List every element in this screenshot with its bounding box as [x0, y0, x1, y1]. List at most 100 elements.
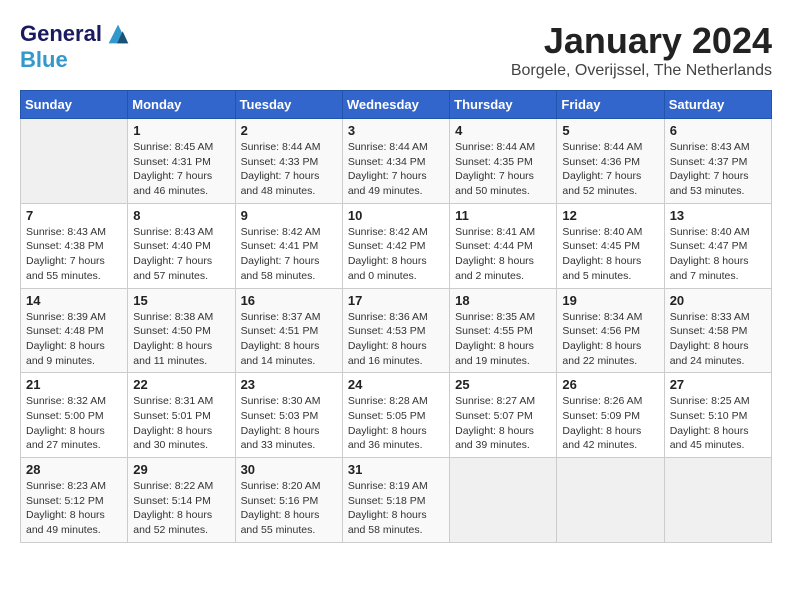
daylight-text: Daylight: 8 hours and 22 minutes.: [562, 340, 641, 367]
cell-info: Sunrise: 8:42 AM Sunset: 4:42 PM Dayligh…: [348, 225, 444, 284]
sunset-text: Sunset: 5:05 PM: [348, 410, 426, 422]
cell-info: Sunrise: 8:40 AM Sunset: 4:47 PM Dayligh…: [670, 225, 766, 284]
table-row: 1 Sunrise: 8:45 AM Sunset: 4:31 PM Dayli…: [128, 119, 235, 204]
day-number: 1: [133, 123, 229, 138]
sunrise-text: Sunrise: 8:45 AM: [133, 141, 213, 153]
sunset-text: Sunset: 4:44 PM: [455, 240, 533, 252]
day-number: 25: [455, 377, 551, 392]
sunset-text: Sunset: 4:47 PM: [670, 240, 748, 252]
table-row: 22 Sunrise: 8:31 AM Sunset: 5:01 PM Dayl…: [128, 373, 235, 458]
sunset-text: Sunset: 5:12 PM: [26, 495, 104, 507]
table-row: 19 Sunrise: 8:34 AM Sunset: 4:56 PM Dayl…: [557, 288, 664, 373]
sunrise-text: Sunrise: 8:22 AM: [133, 480, 213, 492]
sunrise-text: Sunrise: 8:20 AM: [241, 480, 321, 492]
cell-info: Sunrise: 8:35 AM Sunset: 4:55 PM Dayligh…: [455, 310, 551, 369]
sunrise-text: Sunrise: 8:30 AM: [241, 395, 321, 407]
table-row: 4 Sunrise: 8:44 AM Sunset: 4:35 PM Dayli…: [450, 119, 557, 204]
day-number: 11: [455, 208, 551, 223]
cell-info: Sunrise: 8:36 AM Sunset: 4:53 PM Dayligh…: [348, 310, 444, 369]
daylight-text: Daylight: 8 hours and 16 minutes.: [348, 340, 427, 367]
day-number: 10: [348, 208, 444, 223]
daylight-text: Daylight: 7 hours and 52 minutes.: [562, 170, 641, 197]
logo-text: General: [20, 22, 102, 46]
month-year-title: January 2024: [511, 20, 772, 62]
daylight-text: Daylight: 7 hours and 57 minutes.: [133, 255, 212, 282]
day-number: 19: [562, 293, 658, 308]
table-row: 14 Sunrise: 8:39 AM Sunset: 4:48 PM Dayl…: [21, 288, 128, 373]
logo: General Blue: [20, 20, 132, 72]
cell-info: Sunrise: 8:30 AM Sunset: 5:03 PM Dayligh…: [241, 394, 337, 453]
calendar-table: Sunday Monday Tuesday Wednesday Thursday…: [20, 90, 772, 543]
col-monday: Monday: [128, 91, 235, 119]
day-number: 20: [670, 293, 766, 308]
day-number: 29: [133, 462, 229, 477]
sunrise-text: Sunrise: 8:23 AM: [26, 480, 106, 492]
table-row: 6 Sunrise: 8:43 AM Sunset: 4:37 PM Dayli…: [664, 119, 771, 204]
table-row: 29 Sunrise: 8:22 AM Sunset: 5:14 PM Dayl…: [128, 458, 235, 543]
day-number: 5: [562, 123, 658, 138]
day-number: 7: [26, 208, 122, 223]
sunrise-text: Sunrise: 8:44 AM: [348, 141, 428, 153]
calendar-week-row: 14 Sunrise: 8:39 AM Sunset: 4:48 PM Dayl…: [21, 288, 772, 373]
calendar-header: Sunday Monday Tuesday Wednesday Thursday…: [21, 91, 772, 119]
table-row: 9 Sunrise: 8:42 AM Sunset: 4:41 PM Dayli…: [235, 203, 342, 288]
calendar-week-row: 1 Sunrise: 8:45 AM Sunset: 4:31 PM Dayli…: [21, 119, 772, 204]
sunrise-text: Sunrise: 8:38 AM: [133, 311, 213, 323]
table-row: 30 Sunrise: 8:20 AM Sunset: 5:16 PM Dayl…: [235, 458, 342, 543]
daylight-text: Daylight: 7 hours and 50 minutes.: [455, 170, 534, 197]
sunset-text: Sunset: 5:00 PM: [26, 410, 104, 422]
day-number: 26: [562, 377, 658, 392]
sunset-text: Sunset: 4:53 PM: [348, 325, 426, 337]
cell-info: Sunrise: 8:34 AM Sunset: 4:56 PM Dayligh…: [562, 310, 658, 369]
daylight-text: Daylight: 8 hours and 52 minutes.: [133, 509, 212, 536]
day-number: 12: [562, 208, 658, 223]
sunset-text: Sunset: 4:40 PM: [133, 240, 211, 252]
daylight-text: Daylight: 8 hours and 58 minutes.: [348, 509, 427, 536]
table-row: 3 Sunrise: 8:44 AM Sunset: 4:34 PM Dayli…: [342, 119, 449, 204]
sunset-text: Sunset: 5:09 PM: [562, 410, 640, 422]
sunset-text: Sunset: 4:50 PM: [133, 325, 211, 337]
cell-info: Sunrise: 8:20 AM Sunset: 5:16 PM Dayligh…: [241, 479, 337, 538]
daylight-text: Daylight: 8 hours and 9 minutes.: [26, 340, 105, 367]
day-number: 8: [133, 208, 229, 223]
cell-info: Sunrise: 8:32 AM Sunset: 5:00 PM Dayligh…: [26, 394, 122, 453]
day-number: 18: [455, 293, 551, 308]
cell-info: Sunrise: 8:25 AM Sunset: 5:10 PM Dayligh…: [670, 394, 766, 453]
daylight-text: Daylight: 7 hours and 46 minutes.: [133, 170, 212, 197]
sunrise-text: Sunrise: 8:42 AM: [348, 226, 428, 238]
cell-info: Sunrise: 8:40 AM Sunset: 4:45 PM Dayligh…: [562, 225, 658, 284]
day-number: 22: [133, 377, 229, 392]
sunset-text: Sunset: 4:48 PM: [26, 325, 104, 337]
sunrise-text: Sunrise: 8:40 AM: [562, 226, 642, 238]
sunset-text: Sunset: 5:01 PM: [133, 410, 211, 422]
cell-info: Sunrise: 8:42 AM Sunset: 4:41 PM Dayligh…: [241, 225, 337, 284]
day-number: 6: [670, 123, 766, 138]
cell-info: Sunrise: 8:27 AM Sunset: 5:07 PM Dayligh…: [455, 394, 551, 453]
calendar-week-row: 21 Sunrise: 8:32 AM Sunset: 5:00 PM Dayl…: [21, 373, 772, 458]
day-number: 3: [348, 123, 444, 138]
table-row: 10 Sunrise: 8:42 AM Sunset: 4:42 PM Dayl…: [342, 203, 449, 288]
sunset-text: Sunset: 4:31 PM: [133, 156, 211, 168]
sunset-text: Sunset: 5:10 PM: [670, 410, 748, 422]
table-row: 27 Sunrise: 8:25 AM Sunset: 5:10 PM Dayl…: [664, 373, 771, 458]
cell-info: Sunrise: 8:44 AM Sunset: 4:36 PM Dayligh…: [562, 140, 658, 199]
day-number: 24: [348, 377, 444, 392]
sunset-text: Sunset: 5:07 PM: [455, 410, 533, 422]
cell-info: Sunrise: 8:26 AM Sunset: 5:09 PM Dayligh…: [562, 394, 658, 453]
sunset-text: Sunset: 4:58 PM: [670, 325, 748, 337]
daylight-text: Daylight: 8 hours and 27 minutes.: [26, 425, 105, 452]
cell-info: Sunrise: 8:33 AM Sunset: 4:58 PM Dayligh…: [670, 310, 766, 369]
daylight-text: Daylight: 8 hours and 33 minutes.: [241, 425, 320, 452]
sunrise-text: Sunrise: 8:36 AM: [348, 311, 428, 323]
title-section: January 2024 Borgele, Overijssel, The Ne…: [511, 20, 772, 80]
sunrise-text: Sunrise: 8:25 AM: [670, 395, 750, 407]
table-row: 28 Sunrise: 8:23 AM Sunset: 5:12 PM Dayl…: [21, 458, 128, 543]
daylight-text: Daylight: 8 hours and 2 minutes.: [455, 255, 534, 282]
sunset-text: Sunset: 4:56 PM: [562, 325, 640, 337]
sunrise-text: Sunrise: 8:44 AM: [241, 141, 321, 153]
sunset-text: Sunset: 4:38 PM: [26, 240, 104, 252]
table-row: 7 Sunrise: 8:43 AM Sunset: 4:38 PM Dayli…: [21, 203, 128, 288]
daylight-text: Daylight: 7 hours and 48 minutes.: [241, 170, 320, 197]
header-row: Sunday Monday Tuesday Wednesday Thursday…: [21, 91, 772, 119]
sunset-text: Sunset: 4:51 PM: [241, 325, 319, 337]
